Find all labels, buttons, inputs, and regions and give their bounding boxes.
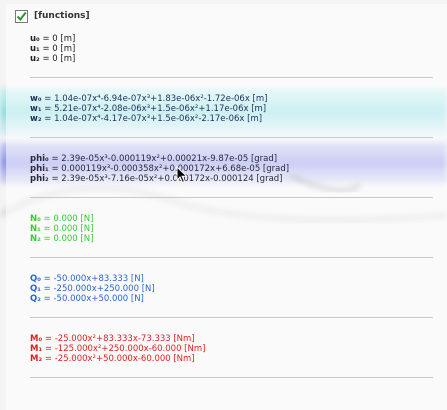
divider <box>30 317 433 318</box>
normal-force-row: N₂ = 0.000 [N] <box>30 234 94 244</box>
functions-title: [functions] <box>34 11 90 21</box>
normal-force-row: N₀ = 0.000 [N] <box>30 214 94 224</box>
shear-force-row: Q₂ = -50.000x+50.000 [N] <box>30 294 144 304</box>
divider <box>30 257 433 258</box>
shear-force-row: Q₁ = -250.000x+250.000 [N] <box>30 284 155 294</box>
displacement-group: u₀ = 0 [m] u₁ = 0 [m] u₂ = 0 [m] <box>30 34 75 64</box>
shear-force-row: Q₀ = -50.000x+83.333 [N] <box>30 274 144 284</box>
mouse-pointer-icon <box>176 166 188 184</box>
deflection-group: w₀ = 1.04e-07x⁴-6.94e-07x³+1.83e-06x²-1.… <box>30 94 267 124</box>
moment-group: M₀ = -25.000x²+83.333x-73.333 [Nm] M₁ = … <box>30 334 205 364</box>
normal-force-group: N₀ = 0.000 [N] N₁ = 0.000 [N] N₂ = 0.000… <box>30 214 93 244</box>
deflection-row: w₂ = 1.04e-07x⁴-4.17e-07x³+1.5e-06x²-2.1… <box>30 114 263 124</box>
displacement-row: u₀ = 0 [m] <box>30 34 76 44</box>
divider <box>30 377 433 378</box>
deflection-row: w₁ = 5.21e-07x⁴-2.08e-06x³+1.5e-06x²+1.1… <box>30 104 267 114</box>
displacement-row: u₁ = 0 [m] <box>30 44 76 54</box>
divider <box>30 137 433 138</box>
rotation-row: phi₁ = 0.000119x³-0.000358x²+0.000172x+6… <box>30 164 290 174</box>
checkmark-icon <box>16 11 27 21</box>
divider <box>30 77 433 78</box>
rotation-row: phi₀ = 2.39e-05x³-0.000119x²+0.00021x-9.… <box>30 154 278 164</box>
moment-row: M₀ = -25.000x²+83.333x-73.333 [Nm] <box>30 334 195 344</box>
moment-row: M₁ = -125.000x²+250.000x-60.000 [Nm] <box>30 344 206 354</box>
displacement-row: u₂ = 0 [m] <box>30 54 76 64</box>
divider <box>30 197 433 198</box>
rotation-row: phi₂ = 2.39e-05x³-7.16e-05x²+0.000172x-0… <box>30 174 283 184</box>
moment-row: M₂ = -25.000x²+50.000x-60.000 [Nm] <box>30 354 195 364</box>
deflection-row: w₀ = 1.04e-07x⁴-6.94e-07x³+1.83e-06x²-1.… <box>30 94 268 104</box>
functions-header: [functions] <box>15 8 90 24</box>
functions-checkbox[interactable] <box>15 9 28 23</box>
shear-force-group: Q₀ = -50.000x+83.333 [N] Q₁ = -250.000x+… <box>30 274 155 304</box>
normal-force-row: N₁ = 0.000 [N] <box>30 224 94 234</box>
rotation-group: phi₀ = 2.39e-05x³-0.000119x²+0.00021x-9.… <box>30 154 289 184</box>
